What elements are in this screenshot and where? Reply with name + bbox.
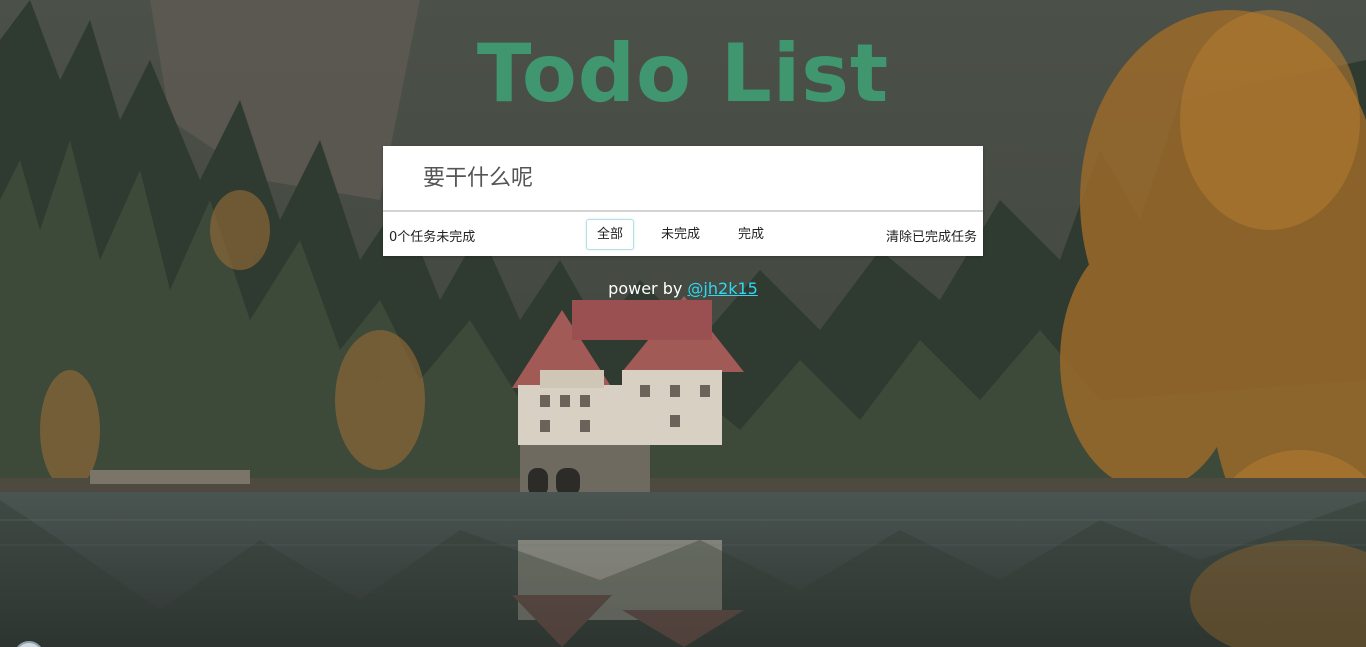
app-title: Todo List [476, 27, 890, 120]
remaining-count: 0个任务未完成 [389, 230, 476, 245]
todo-panel: 0个任务未完成 全部 未完成 完成 清除已完成任务 [383, 146, 983, 256]
author-link[interactable]: @jh2k15 [687, 279, 757, 298]
clear-completed-button[interactable]: 清除已完成任务 [886, 226, 977, 245]
todo-helper-bar: 0个任务未完成 全部 未完成 完成 清除已完成任务 [383, 212, 983, 256]
tab-active[interactable]: 未完成 [650, 219, 711, 250]
new-todo-input[interactable] [383, 146, 983, 212]
filter-tabs: 全部 未完成 完成 [586, 219, 791, 250]
footer: power by @jh2k15 [0, 279, 1366, 298]
footer-text: power by [608, 279, 688, 298]
tab-all[interactable]: 全部 [586, 219, 635, 250]
tab-completed[interactable]: 完成 [727, 219, 775, 250]
